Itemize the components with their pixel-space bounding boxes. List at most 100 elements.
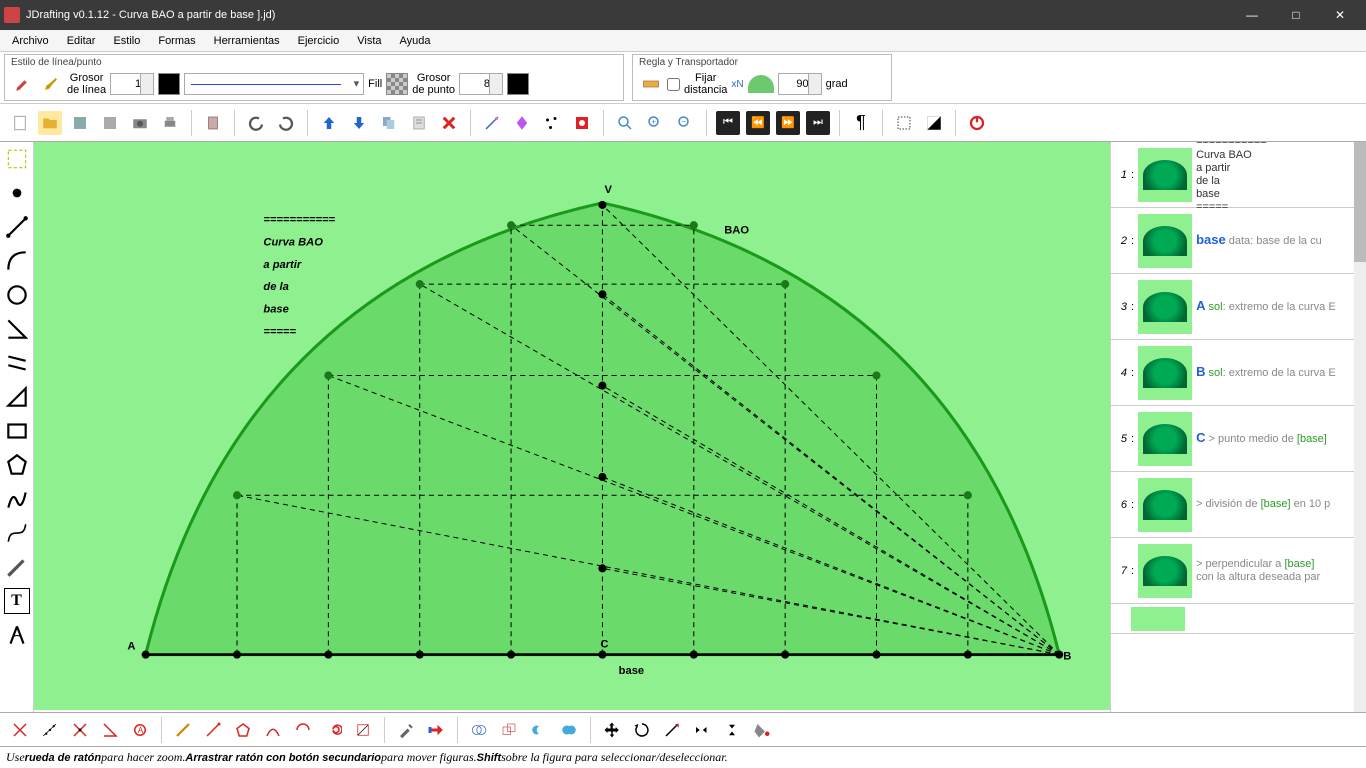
save-image-icon[interactable] — [98, 111, 122, 135]
curve-tool-icon[interactable] — [4, 486, 30, 512]
paste-icon[interactable] — [201, 111, 225, 135]
eyedropper-icon[interactable] — [11, 72, 35, 96]
drawing-canvas[interactable]: V A B C base BAO =========== Curva BAO a… — [34, 142, 1110, 710]
intersection-icon[interactable] — [68, 718, 92, 742]
move-up-icon[interactable] — [317, 111, 341, 135]
angle-input[interactable]: 90 — [778, 73, 822, 95]
spiral-icon[interactable] — [321, 718, 345, 742]
print-icon[interactable] — [158, 111, 182, 135]
close-button[interactable]: ✕ — [1318, 0, 1362, 30]
diff-icon[interactable] — [527, 718, 551, 742]
point-width-input[interactable]: 8 — [459, 73, 503, 95]
arrow-right-icon[interactable] — [424, 718, 448, 742]
rotate-icon[interactable] — [630, 718, 654, 742]
extend-icon[interactable] — [201, 718, 225, 742]
target-icon[interactable] — [570, 111, 594, 135]
camera-icon[interactable] — [128, 111, 152, 135]
dots-icon[interactable] — [540, 111, 564, 135]
step-item[interactable]: 3: A sol: extremo de la curva E — [1111, 274, 1354, 340]
parallel-tool-icon[interactable] — [4, 350, 30, 376]
undo-icon[interactable] — [244, 111, 268, 135]
fix-distance-checkbox[interactable] — [667, 78, 680, 91]
arc-red-icon[interactable] — [261, 718, 285, 742]
mirror-h-icon[interactable] — [690, 718, 714, 742]
line-width-input[interactable]: 1 — [110, 73, 154, 95]
triangle-tool-icon[interactable] — [4, 384, 30, 410]
wand-icon[interactable] — [480, 111, 504, 135]
hammer-icon[interactable] — [394, 718, 418, 742]
circle-red-icon[interactable]: A — [128, 718, 152, 742]
brush-icon[interactable] — [39, 72, 63, 96]
pilcrow-icon[interactable]: ¶ — [849, 111, 873, 135]
fill-swatch[interactable] — [386, 73, 408, 95]
contrast-icon[interactable] — [922, 111, 946, 135]
first-icon[interactable]: ⏮ — [716, 111, 740, 135]
menu-vista[interactable]: Vista — [349, 33, 389, 49]
menu-archivo[interactable]: Archivo — [4, 33, 57, 49]
line-color-swatch[interactable] — [158, 73, 180, 95]
line-style-combo[interactable] — [184, 73, 364, 95]
polygon-tool-icon[interactable] — [4, 452, 30, 478]
bucket-icon[interactable] — [750, 718, 774, 742]
protractor-icon[interactable] — [748, 75, 774, 93]
scrollbar[interactable] — [1354, 142, 1366, 712]
trim-icon[interactable] — [171, 718, 195, 742]
move-icon[interactable] — [600, 718, 624, 742]
menu-estilo[interactable]: Estilo — [105, 33, 148, 49]
menu-formas[interactable]: Formas — [150, 33, 203, 49]
step-item[interactable]: 2: base data: base de la cu — [1111, 208, 1354, 274]
rect-tool-icon[interactable] — [4, 418, 30, 444]
point-tool-icon[interactable] — [4, 180, 30, 206]
step-item[interactable]: 4: B sol: extremo de la curva E — [1111, 340, 1354, 406]
redo-icon[interactable] — [274, 111, 298, 135]
select-rect-icon[interactable] — [4, 146, 30, 172]
scale-icon[interactable] — [660, 718, 684, 742]
step-item[interactable] — [1111, 604, 1354, 634]
open-icon[interactable] — [38, 111, 62, 135]
divide-line-icon[interactable] — [38, 718, 62, 742]
arc2-red-icon[interactable] — [291, 718, 315, 742]
copy-icon[interactable] — [377, 111, 401, 135]
angle-tool-icon[interactable] — [4, 316, 30, 342]
poly-red-icon[interactable] — [231, 718, 255, 742]
arc-tool-icon[interactable] — [4, 248, 30, 274]
maximize-button[interactable]: □ — [1274, 0, 1318, 30]
angle-red-icon[interactable] — [98, 718, 122, 742]
segment-tool-icon[interactable] — [4, 214, 30, 240]
union-icon[interactable] — [497, 718, 521, 742]
step-item[interactable]: 1: ===========Curva BAOa partirde labase… — [1111, 142, 1354, 208]
venn-icon[interactable] — [467, 718, 491, 742]
compass-tool-icon[interactable] — [4, 622, 30, 648]
note-icon[interactable] — [407, 111, 431, 135]
last-icon[interactable]: ⏭ — [806, 111, 830, 135]
prev-icon[interactable]: ⏪ — [746, 111, 770, 135]
step-item[interactable]: 5: C > punto medio de [base] — [1111, 406, 1354, 472]
intersect-fill-icon[interactable] — [557, 718, 581, 742]
ruler-icon[interactable] — [639, 72, 663, 96]
menu-herramientas[interactable]: Herramientas — [206, 33, 288, 49]
power-icon[interactable] — [965, 111, 989, 135]
move-down-icon[interactable] — [347, 111, 371, 135]
delete-icon[interactable] — [437, 111, 461, 135]
freehand-tool-icon[interactable] — [4, 554, 30, 580]
point-color-swatch[interactable] — [507, 73, 529, 95]
diamond-icon[interactable] — [510, 111, 534, 135]
menu-ejercicio[interactable]: Ejercicio — [290, 33, 348, 49]
menu-ayuda[interactable]: Ayuda — [392, 33, 439, 49]
spline-tool-icon[interactable] — [4, 520, 30, 546]
next-icon[interactable]: ⏩ — [776, 111, 800, 135]
text-tool-icon[interactable]: T — [4, 588, 30, 614]
xn-label[interactable]: xN — [731, 79, 743, 90]
new-icon[interactable] — [8, 111, 32, 135]
circle-tool-icon[interactable] — [4, 282, 30, 308]
step-item[interactable]: 7: > perpendicular a [base]con la altura… — [1111, 538, 1354, 604]
mirror-v-icon[interactable] — [720, 718, 744, 742]
zoom-out-icon[interactable]: − — [673, 111, 697, 135]
red-cross-icon[interactable] — [8, 718, 32, 742]
zoom-fit-icon[interactable] — [613, 111, 637, 135]
minimize-button[interactable]: — — [1230, 0, 1274, 30]
zoom-in-icon[interactable]: + — [643, 111, 667, 135]
box-line-icon[interactable] — [351, 718, 375, 742]
save-icon[interactable] — [68, 111, 92, 135]
grid-icon[interactable] — [892, 111, 916, 135]
